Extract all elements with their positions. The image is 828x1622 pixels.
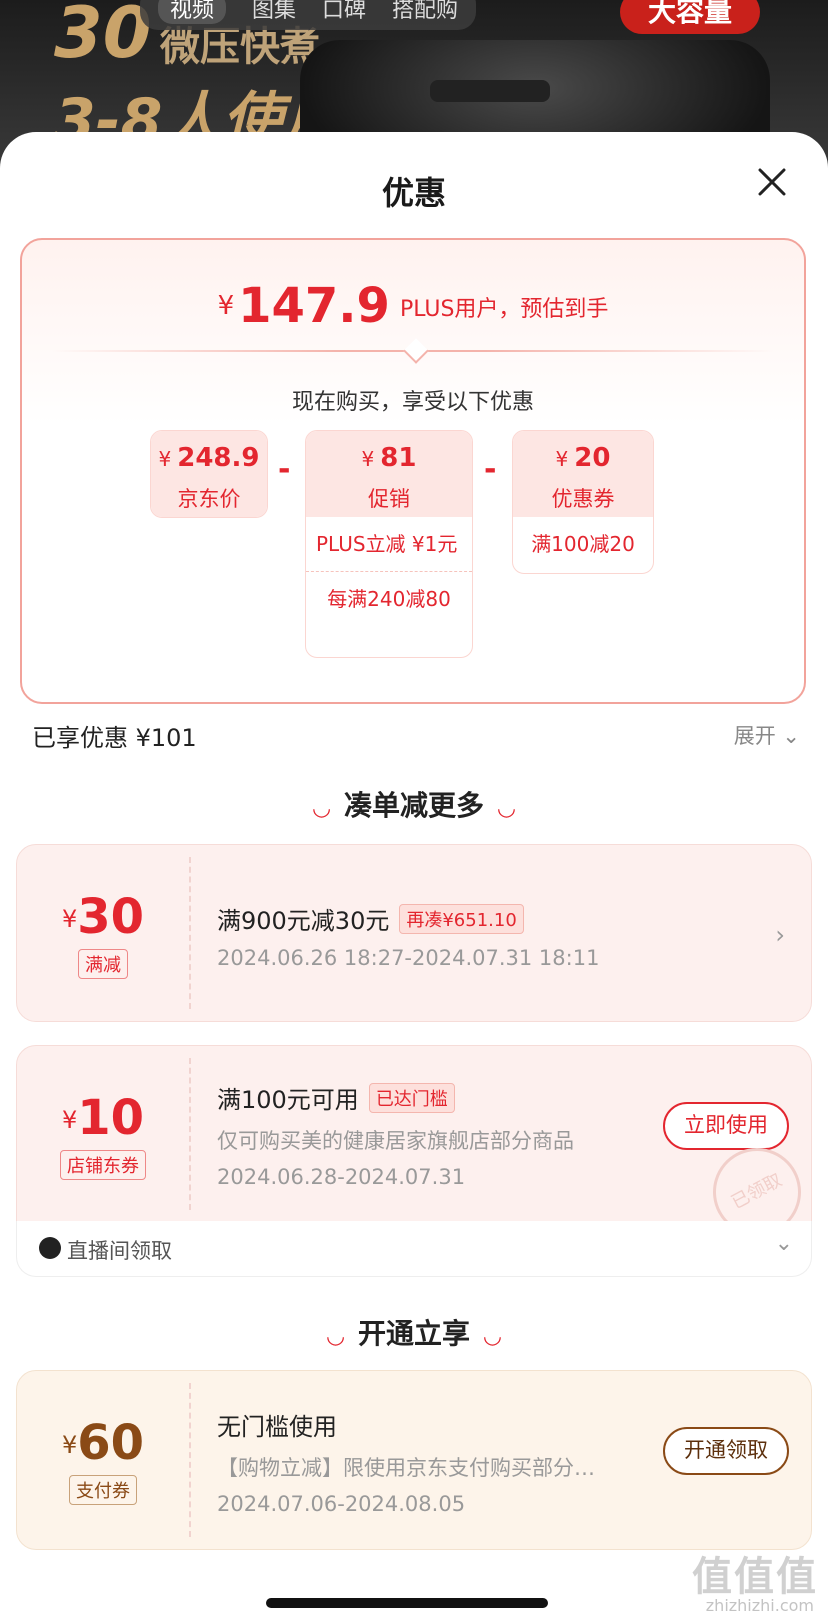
price-summary-card: ¥147.9 PLUS用户，预估到手 现在购买，享受以下优惠 ¥248.9 京东价…: [20, 238, 806, 704]
coupon-title: 满900元减30元: [217, 907, 390, 935]
expand-button[interactable]: 展开 ⌄: [734, 720, 800, 750]
coupon-source-text: 直播间领取: [67, 1239, 172, 1263]
jd-price-value: 248.9: [177, 443, 260, 473]
arc-decoration-icon: ◡: [313, 796, 330, 821]
coupon-label: 优惠券: [551, 487, 615, 511]
chevron-right-icon[interactable]: ›: [775, 921, 785, 949]
site-watermark-url: zhizhizhi.com: [705, 1596, 814, 1615]
currency-symbol: ¥: [555, 447, 569, 471]
site-watermark: 值值值: [692, 1554, 818, 1600]
minus-sign: -: [484, 452, 497, 487]
chevron-down-icon[interactable]: ⌄: [775, 1231, 793, 1256]
promo-detail-tiered: 每满240减80: [306, 571, 472, 626]
media-tabs: 视频 图集 口碑 搭配购: [140, 0, 477, 30]
coupon-source-row: 直播间领取 ⌄: [16, 1221, 812, 1277]
promo-value: 81: [380, 443, 417, 473]
enjoy-text: 现在购买，享受以下优惠: [291, 390, 534, 415]
coupon-amount-area: ¥10 店铺东券: [17, 1046, 189, 1222]
price-note: PLUS用户，预估到手: [399, 297, 609, 322]
currency-symbol: ¥: [61, 1431, 78, 1459]
already-discount: 已享优惠 ¥101: [32, 724, 197, 752]
arc-decoration-icon: ◡: [327, 1324, 344, 1349]
coupon-card-full-reduction[interactable]: ¥30 满减 满900元减30元 再凑¥651.10 2024.06.26 18:…: [16, 844, 812, 1022]
section-open-title: ◡ 开通立享 ◡: [0, 1312, 828, 1352]
promo-detail-plus: PLUS立减 ¥1元: [316, 532, 458, 556]
coupon-validity: 2024.06.28-2024.07.31: [217, 1165, 466, 1189]
sheet-title: 优惠: [381, 174, 446, 212]
coupon-description: 【购物立减】限使用京东支付购买部分…: [217, 1456, 595, 1480]
coupon-amount: 60: [77, 1415, 145, 1471]
coupon-description: 仅可购买美的健康居家旗舰店部分商品: [217, 1129, 574, 1153]
currency-symbol: ¥: [61, 1106, 78, 1134]
coupon-type-tag: 店铺东券: [60, 1150, 146, 1180]
close-icon[interactable]: [752, 162, 792, 202]
currency-symbol: ¥: [361, 447, 375, 471]
promo-label: 促销: [368, 487, 410, 511]
currency-symbol: ¥: [158, 447, 172, 471]
chevron-down-icon: ⌄: [782, 724, 800, 748]
jd-price-box: ¥248.9 京东价: [150, 430, 268, 518]
coupon-type-tag: 支付券: [69, 1475, 137, 1505]
capacity-badge: 大容量: [620, 0, 760, 34]
live-stream-icon: [39, 1237, 61, 1259]
banner-headline-number: 30: [54, 0, 152, 74]
coupon-title: 满100元可用: [217, 1086, 359, 1114]
arc-decoration-icon: ◡: [498, 796, 515, 821]
expand-label: 展开: [733, 724, 776, 748]
arc-decoration-icon: ◡: [484, 1324, 501, 1349]
minus-sign: -: [278, 452, 291, 487]
tab-bundle[interactable]: 搭配购: [392, 0, 458, 24]
coupon-title: 无门槛使用: [217, 1413, 337, 1441]
section-combine-label: 凑单减更多: [343, 789, 484, 822]
coupon-amount: 30: [77, 889, 145, 945]
section-open-label: 开通立享: [357, 1317, 470, 1350]
tab-gallery[interactable]: 图集: [252, 0, 296, 24]
section-combine-title: ◡ 凑单减更多 ◡: [0, 784, 828, 824]
activate-claim-button[interactable]: 开通领取: [663, 1427, 789, 1475]
coupon-validity: 2024.06.26 18:27-2024.07.31 18:11: [217, 946, 600, 970]
tab-video[interactable]: 视频: [158, 0, 227, 24]
tab-reviews[interactable]: 口碑: [322, 0, 366, 24]
dashed-separator: [189, 857, 191, 1009]
currency-symbol: ¥: [61, 905, 78, 933]
coupon-amount: 10: [77, 1090, 145, 1146]
dashed-separator: [189, 1383, 191, 1537]
coupon-value: 20: [574, 443, 611, 473]
coupon-type-tag: 满减: [78, 949, 128, 979]
use-now-button[interactable]: 立即使用: [663, 1102, 789, 1150]
dashed-separator: [189, 1058, 191, 1210]
jd-price-label: 京东价: [177, 487, 241, 511]
promo-box: ¥81 促销 PLUS立减 ¥1元 每满240减80: [305, 430, 473, 658]
coupon-amount-area: ¥30 满减: [17, 845, 189, 1021]
coupon-card-store: ¥10 店铺东券 满100元可用 已达门槛 仅可购买美的健康居家旗舰店部分商品 2…: [16, 1045, 812, 1223]
coupon-detail: 满100减20: [531, 532, 635, 556]
home-indicator[interactable]: [266, 1598, 548, 1608]
estimated-price: ¥147.9 PLUS用户，预估到手: [22, 278, 804, 334]
add-on-amount-badge: 再凑¥651.10: [399, 904, 524, 934]
final-price: 147.9: [238, 278, 390, 334]
threshold-reached-badge: 已达门槛: [368, 1083, 455, 1113]
coupon-box: ¥20 优惠券 满100减20: [512, 430, 654, 574]
divider-notch: [403, 338, 429, 364]
coupon-card-payment: ¥60 支付券 无门槛使用 【购物立减】限使用京东支付购买部分… 2024.07…: [16, 1370, 812, 1550]
coupon-amount-area: ¥60 支付券: [17, 1371, 189, 1549]
discount-sheet: 优惠 ¥147.9 PLUS用户，预估到手 现在购买，享受以下优惠 ¥248.9 …: [0, 132, 828, 1622]
coupon-validity: 2024.07.06-2024.08.05: [217, 1492, 466, 1516]
currency-symbol: ¥: [217, 291, 235, 321]
